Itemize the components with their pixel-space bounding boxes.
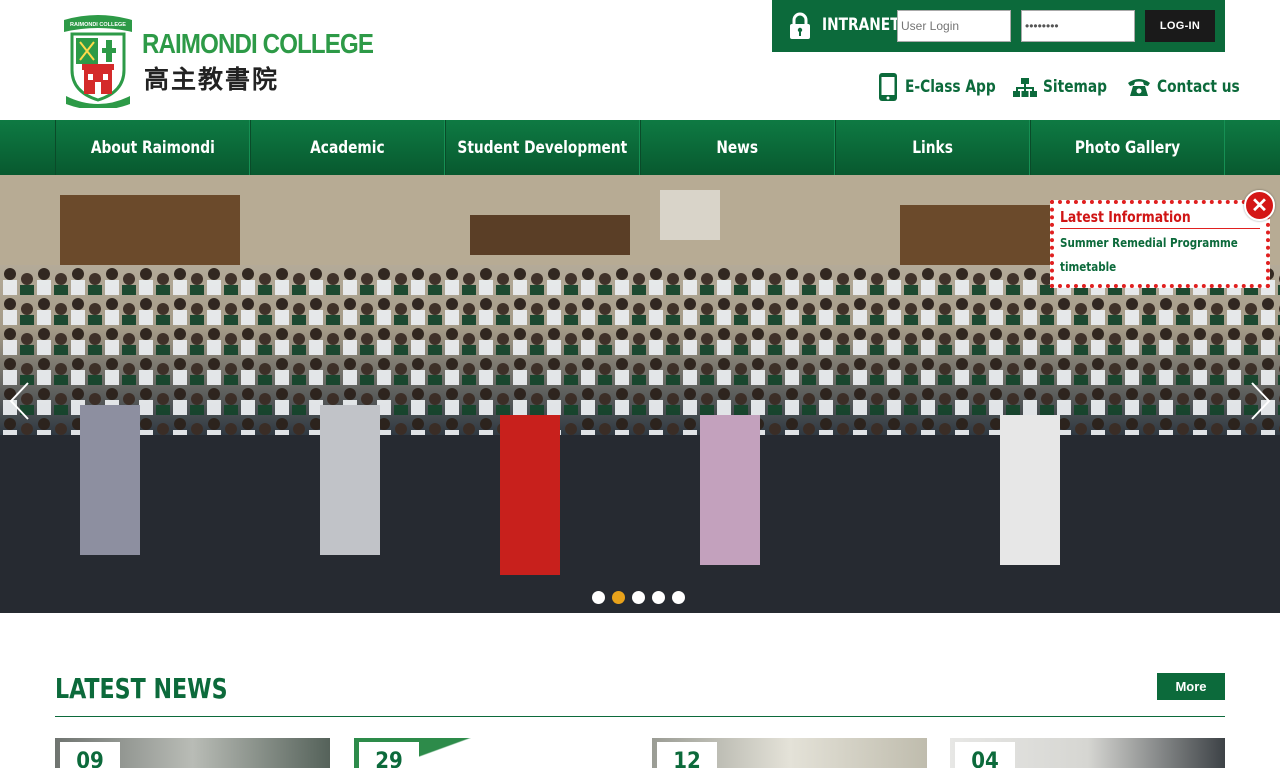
- phone-icon: [879, 73, 897, 101]
- latest-information-panel: Latest Information Summer Remedial Progr…: [1050, 200, 1270, 288]
- intranet-login-bar: INTRANET: LOG-IN: [772, 0, 1225, 52]
- news-card-date: 09: [60, 742, 120, 768]
- telephone-icon: [1128, 79, 1150, 96]
- eclass-app-link[interactable]: E-Class App: [877, 72, 1006, 102]
- news-card-date: 12: [657, 742, 717, 768]
- contact-us-label: Contact us: [1157, 77, 1240, 97]
- slider-next-arrow-icon[interactable]: [1250, 381, 1272, 421]
- contact-us-link[interactable]: Contact us: [1127, 72, 1249, 102]
- crest-text: RAIMONDI COLLEGE: [70, 22, 126, 28]
- nav-item-links[interactable]: Links: [835, 120, 1030, 175]
- more-news-button[interactable]: More: [1157, 673, 1225, 700]
- nav-item-photo-gallery[interactable]: Photo Gallery: [1030, 120, 1225, 175]
- nav-item-about-raimondi[interactable]: About Raimondi: [55, 120, 250, 175]
- news-card-date: 29: [359, 742, 419, 768]
- latest-news-heading: LATEST NEWS: [55, 672, 228, 705]
- sitemap-icon: [1013, 78, 1037, 97]
- latest-information-item[interactable]: Summer Remedial Programme timetable: [1060, 231, 1272, 279]
- user-login-input[interactable]: [897, 10, 1011, 42]
- sitemap-link[interactable]: Sitemap: [1013, 72, 1114, 102]
- news-card-1[interactable]: 09: [55, 738, 330, 768]
- logo-chinese-name: 高主教書院: [144, 65, 280, 94]
- crest-icon: RAIMONDI COLLEGE: [64, 15, 132, 108]
- news-divider: [55, 716, 1225, 717]
- news-card-2[interactable]: 29: [354, 738, 629, 768]
- main-navigation: About Raimondi Academic Student Developm…: [0, 120, 1280, 175]
- slider-dot-4[interactable]: [652, 591, 665, 604]
- nav-item-student-development[interactable]: Student Development: [445, 120, 640, 175]
- slider-dot-5[interactable]: [672, 591, 685, 604]
- news-card-3[interactable]: 12: [652, 738, 927, 768]
- latest-information-title: Latest Information: [1060, 208, 1191, 226]
- intranet-label: INTRANET:: [822, 15, 905, 35]
- slider-dot-1[interactable]: [592, 591, 605, 604]
- slider-pagination: [592, 591, 685, 604]
- hero-slider: Latest Information Summer Remedial Progr…: [0, 175, 1280, 613]
- nav-item-academic[interactable]: Academic: [250, 120, 445, 175]
- close-icon[interactable]: ✕: [1244, 190, 1275, 221]
- sitemap-label: Sitemap: [1043, 77, 1108, 97]
- nav-item-news[interactable]: News: [640, 120, 835, 175]
- password-input[interactable]: [1021, 10, 1135, 42]
- slider-dot-2[interactable]: [612, 591, 625, 604]
- site-header: RAIMONDI COLLEGE RAIMONDI COLLEGE 高主教書院 …: [0, 0, 1280, 120]
- eclass-app-label: E-Class App: [905, 77, 996, 97]
- college-logo[interactable]: RAIMONDI COLLEGE RAIMONDI COLLEGE 高主教書院: [58, 12, 374, 108]
- news-card-date: 04: [955, 742, 1015, 768]
- slider-dot-3[interactable]: [632, 591, 645, 604]
- login-button[interactable]: LOG-IN: [1145, 10, 1215, 42]
- slider-prev-arrow-icon[interactable]: [8, 381, 30, 421]
- logo-english-name: RAIMONDI COLLEGE: [142, 28, 374, 59]
- lock-icon: [790, 12, 810, 39]
- news-card-4[interactable]: 04: [950, 738, 1225, 768]
